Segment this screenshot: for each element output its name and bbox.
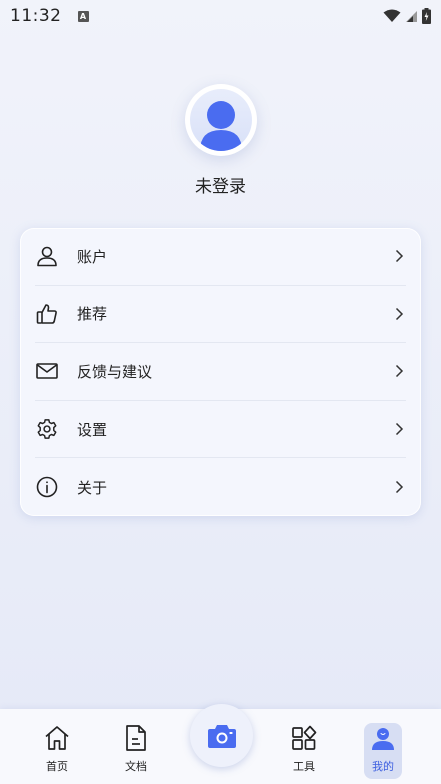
menu-item-feedback[interactable]: 反馈与建议 <box>35 343 406 401</box>
gear-icon <box>35 417 59 441</box>
home-icon <box>42 723 72 753</box>
avatar-person-icon <box>200 101 242 151</box>
thumbs-up-icon <box>35 302 59 326</box>
battery-icon <box>422 8 431 24</box>
status-time: 11:32 <box>10 6 62 26</box>
chevron-right-icon <box>395 481 404 494</box>
nav-label-tools: 工具 <box>293 760 315 773</box>
menu-label-settings: 设置 <box>77 420 108 439</box>
menu-label-about: 关于 <box>77 478 108 497</box>
menu-card: 账户 推荐 反馈与建议 设置 关于 <box>20 228 421 516</box>
camera-button[interactable] <box>190 704 253 767</box>
status-icons <box>383 8 431 24</box>
chevron-right-icon <box>395 365 404 378</box>
tools-grid-icon <box>289 723 319 753</box>
avatar-inner <box>190 89 252 151</box>
chevron-right-icon <box>395 250 404 263</box>
nav-profile[interactable]: 我的 <box>364 723 402 779</box>
menu-item-about[interactable]: 关于 <box>35 458 406 516</box>
chevron-right-icon <box>395 423 404 436</box>
avatar[interactable] <box>185 84 257 156</box>
nav-home[interactable]: 首页 <box>35 723 79 779</box>
nav-label-profile: 我的 <box>372 760 394 773</box>
info-icon <box>35 475 59 499</box>
nav-tools[interactable]: 工具 <box>282 723 326 779</box>
document-icon <box>121 723 151 753</box>
menu-item-settings[interactable]: 设置 <box>35 401 406 459</box>
menu-label-recommend: 推荐 <box>77 305 108 324</box>
user-icon <box>35 244 59 268</box>
nav-label-documents: 文档 <box>125 760 147 773</box>
chevron-right-icon <box>395 307 404 320</box>
menu-label-feedback: 反馈与建议 <box>77 362 153 381</box>
menu-label-account: 账户 <box>77 247 108 266</box>
profile-icon <box>368 723 398 753</box>
signal-icon <box>406 10 417 22</box>
mail-icon <box>35 359 59 383</box>
login-status[interactable]: 未登录 <box>0 172 441 197</box>
status-bar: 11:32 A <box>0 0 441 32</box>
nav-documents[interactable]: 文档 <box>114 723 158 779</box>
menu-item-recommend[interactable]: 推荐 <box>35 286 406 344</box>
nav-label-home: 首页 <box>46 760 68 773</box>
menu-item-account[interactable]: 账户 <box>35 228 406 286</box>
notification-a-icon: A <box>77 10 89 22</box>
camera-icon <box>207 724 236 748</box>
wifi-icon <box>383 9 401 22</box>
